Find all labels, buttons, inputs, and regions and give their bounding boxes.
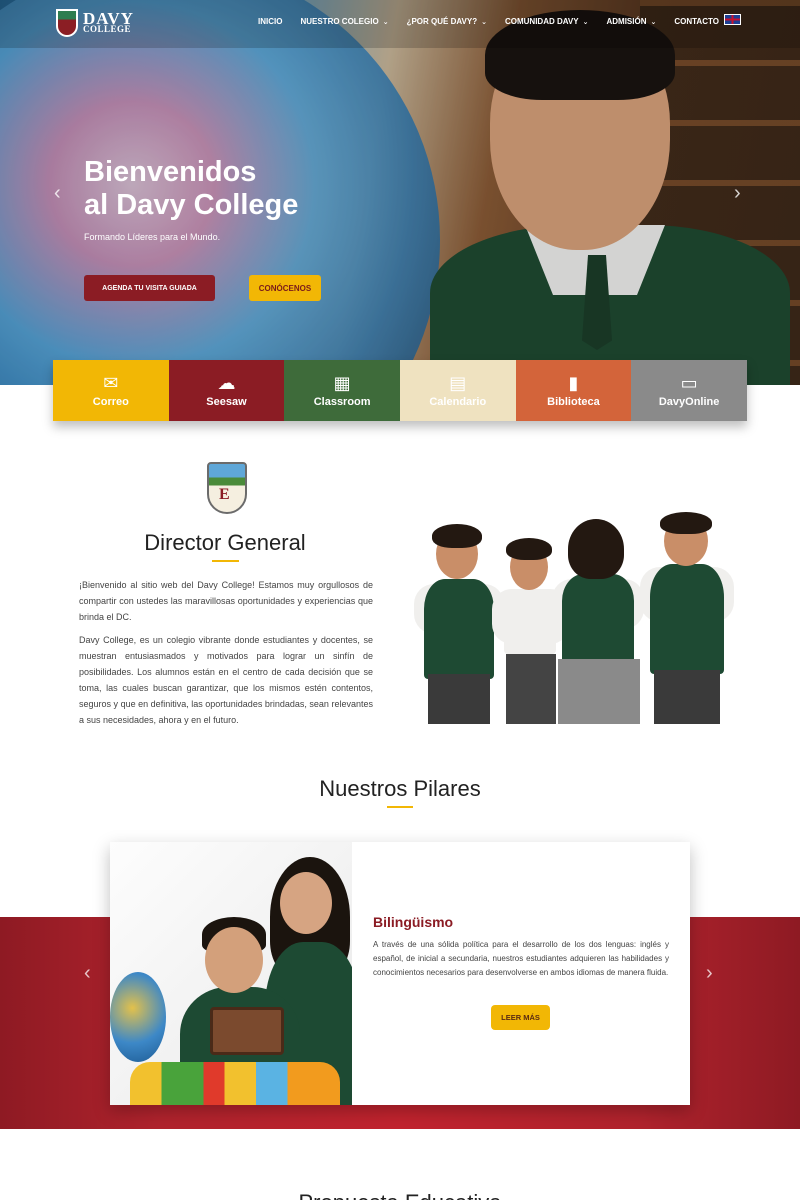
school-crest-icon: E [207,462,247,514]
slider-prev-icon[interactable]: ‹ [54,182,61,205]
carousel-next-icon[interactable]: › [706,962,713,985]
menu-item-nuestro-colegio[interactable]: NUESTRO COLEGIO ⌄ [300,17,388,26]
calendar-icon: ▤ [449,372,467,393]
schedule-visit-button[interactable]: AGENDA TU VISITA GUIADA [84,275,215,301]
tile-calendario[interactable]: ▤ Calendario [399,360,516,421]
hero-title: Bienvenidos al Davy College [84,156,299,221]
bilinguismo-photo [110,842,352,1105]
site-logo[interactable]: DAVY COLLEGE [56,9,134,37]
pilar-title: Bilingüismo [373,914,454,930]
menu-item-por-que-davy[interactable]: ¿POR QUÉ DAVY? ⌄ [407,17,487,26]
tile-seesaw[interactable]: ☁ Seesaw [168,360,285,421]
quick-access-tiles: ✉ Correo ☁ Seesaw ▦ Classroom ▤ Calendar… [53,360,747,421]
pilar-description: A través de una sólida política para el … [373,940,669,978]
book-icon: ▮ [568,372,579,393]
cloud-icon: ☁ [217,372,236,393]
director-paragraph-2: Davy College, es un colegio vibrante don… [79,635,373,725]
students-photo [412,512,734,724]
hero-subtitle: Formando Líderes para el Mundo. [84,232,221,242]
chevron-down-icon: ⌄ [481,18,487,26]
chevron-down-icon: ⌄ [582,18,589,26]
slider-next-icon[interactable]: › [734,182,741,205]
conocenos-button[interactable]: CONÓCENOS [249,275,321,301]
title-underline [387,806,413,808]
pilares-title: Nuestros Pilares [319,776,481,801]
crest-icon [56,9,78,37]
menu-item-inicio[interactable]: INICIO [258,17,282,26]
menu-item-comunidad-davy[interactable]: COMUNIDAD DAVY ⌄ [505,17,589,26]
tile-correo[interactable]: ✉ Correo [53,360,169,421]
menu-item-admision[interactable]: ADMISIÓN ⌄ [606,17,656,26]
top-navigation: DAVY COLLEGE INICIO NUESTRO COLEGIO ⌄ ¿PO… [0,0,800,48]
laptop-icon: ▭ [680,372,698,393]
uk-flag-icon[interactable] [724,14,741,25]
tile-davyonline[interactable]: ▭ DavyOnline [631,360,747,421]
chevron-down-icon: ⌄ [650,18,657,26]
tile-classroom[interactable]: ▦ Classroom [284,360,400,421]
title-underline [212,560,239,562]
mail-icon: ✉ [103,372,119,393]
main-menu: INICIO NUESTRO COLEGIO ⌄ ¿POR QUÉ DAVY? ⌄ … [258,17,747,26]
tile-biblioteca[interactable]: ▮ Biblioteca [515,360,632,421]
propuesta-educativa-title: Propuesta Educativa [0,1190,800,1200]
director-paragraph-1: ¡Bienvenido al sitio web del Davy Colleg… [79,580,373,622]
chevron-down-icon: ⌄ [382,18,389,26]
menu-item-contacto[interactable]: CONTACTO⌄ [674,17,728,26]
pilar-card-bilinguismo: Bilingüismo A través de una sólida polít… [110,842,690,1105]
carousel-prev-icon[interactable]: ‹ [84,962,91,985]
classroom-icon: ▦ [333,372,351,393]
director-title: Director General [144,530,306,555]
leer-mas-button[interactable]: LEER MÁS [491,1005,550,1030]
logo-line2: COLLEGE [83,24,132,35]
